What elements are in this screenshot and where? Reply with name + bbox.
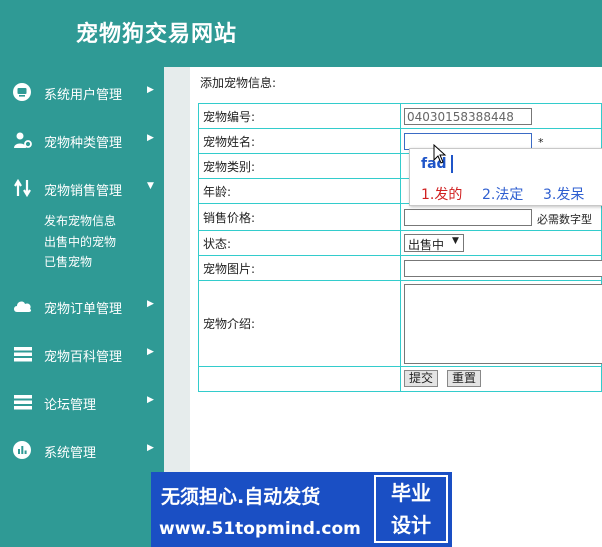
- chevron-down-icon: ▼: [452, 236, 459, 246]
- sidebar-item-forum[interactable]: 论坛管理 ▶: [0, 387, 164, 417]
- exchange-icon: [13, 179, 33, 197]
- banner-tag: 毕业 设计: [374, 475, 448, 543]
- chevron-down-icon: ▼: [147, 181, 154, 191]
- chevron-right-icon: ▶: [147, 133, 154, 143]
- sidebar-item-label: 论坛管理: [44, 398, 97, 413]
- mouse-pointer-icon: [433, 143, 447, 167]
- label-price: 销售价格:: [198, 203, 401, 231]
- ime-candidate-2[interactable]: 2.法定: [482, 184, 523, 204]
- ime-caret: [451, 155, 453, 173]
- reset-button[interactable]: 重置: [446, 370, 481, 387]
- label-pet-image: 宠物图片:: [198, 255, 401, 281]
- label-age: 年龄:: [198, 178, 401, 204]
- sidebar-item-label: 宠物订单管理: [44, 302, 123, 317]
- chevron-right-icon: ▶: [147, 299, 154, 309]
- sidebar-item-system-users[interactable]: 系统用户管理 ▶: [0, 77, 164, 107]
- banner-slogan: 无须担心.自动发货: [161, 486, 321, 508]
- pet-intro-textarea[interactable]: [403, 284, 602, 364]
- sidebar-item-label: 系统管理: [44, 446, 97, 461]
- sidebar-item-pet-categories[interactable]: 宠物种类管理 ▶: [0, 125, 164, 155]
- users-gear-icon: [13, 131, 33, 149]
- label-pet-name: 宠物姓名:: [198, 128, 401, 154]
- sidebar-item-label: 宠物销售管理: [44, 184, 123, 199]
- ime-candidate-1[interactable]: 1.发的: [421, 184, 462, 204]
- stack-icon: [13, 393, 33, 411]
- label-pet-category: 宠物类别:: [198, 153, 401, 179]
- bar-chart-icon: [13, 441, 33, 459]
- status-select[interactable]: 出售中 ▼: [403, 234, 464, 252]
- chevron-right-icon: ▶: [147, 347, 154, 357]
- price-hint: 必需数字型: [536, 213, 592, 226]
- sidebar-subitem-publish-pet[interactable]: 发布宠物信息: [44, 212, 116, 229]
- add-pet-form: 宠物编号: 04030158388448 宠物姓名: * 宠物类别: 年龄: 销…: [198, 103, 602, 392]
- sidebar-item-pet-sales[interactable]: 宠物销售管理 ▼: [0, 173, 164, 203]
- sidebar-item-system[interactable]: 系统管理 ▶: [0, 435, 164, 465]
- monitor-icon: [13, 83, 33, 101]
- site-header: 宠物狗交易网站: [0, 0, 602, 67]
- pet-image-field[interactable]: [403, 260, 602, 277]
- status-value: 出售中: [407, 238, 444, 252]
- stack-icon: [13, 345, 33, 363]
- ime-candidate-3[interactable]: 3.发呆: [543, 184, 584, 204]
- site-title: 宠物狗交易网站: [76, 22, 238, 47]
- sidebar-item-label: 宠物种类管理: [44, 136, 123, 151]
- sidebar-subitem-pets-for-sale[interactable]: 出售中的宠物: [44, 233, 116, 250]
- pet-number-field[interactable]: 04030158388448: [403, 108, 532, 125]
- banner-url: www.51topmind.com: [159, 519, 361, 539]
- banner-tag-line1: 毕业: [391, 481, 431, 505]
- price-field[interactable]: [403, 209, 532, 226]
- label-pet-number: 宠物编号:: [198, 103, 401, 129]
- sidebar-item-pet-encyclopedia[interactable]: 宠物百科管理 ▶: [0, 339, 164, 369]
- chevron-right-icon: ▶: [147, 85, 154, 95]
- form-title: 添加宠物信息:: [200, 76, 277, 90]
- chevron-right-icon: ▶: [147, 443, 154, 453]
- sidebar-item-pet-orders[interactable]: 宠物订单管理 ▶: [0, 291, 164, 321]
- submit-button[interactable]: 提交: [403, 370, 438, 387]
- label-pet-intro: 宠物介绍:: [198, 280, 401, 367]
- watermark-banner: 无须担心.自动发货 www.51topmind.com 毕业 设计: [151, 472, 452, 547]
- sidebar-subitem-sold-pets[interactable]: 已售宠物: [44, 253, 92, 270]
- sidebar-item-label: 宠物百科管理: [44, 350, 123, 365]
- sidebar-item-label: 系统用户管理: [44, 88, 123, 103]
- banner-tag-line2: 设计: [391, 513, 431, 537]
- button-row-spacer: [198, 366, 401, 392]
- cloud-icon: [13, 297, 33, 315]
- label-status: 状态:: [198, 230, 401, 256]
- chevron-right-icon: ▶: [147, 395, 154, 405]
